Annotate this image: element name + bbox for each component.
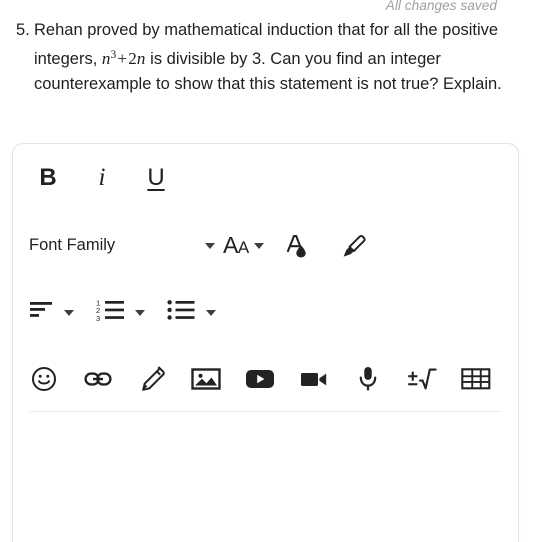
highlight-icon[interactable] — [336, 227, 370, 265]
question-text: Rehan proved by mathematical induction t… — [34, 18, 521, 97]
font-family-select[interactable]: Font Family — [29, 236, 215, 255]
underline-button[interactable]: U — [137, 159, 175, 197]
emoji-icon[interactable] — [29, 364, 59, 394]
link-icon[interactable] — [83, 364, 113, 394]
rich-text-editor-card: B i U Font Family AA 1 2 3 — [12, 143, 519, 542]
bulleted-list-icon — [167, 298, 197, 327]
video-camera-icon[interactable] — [299, 364, 329, 394]
toolbar-row-formatting: B i U — [13, 144, 518, 212]
font-size-select[interactable]: AA — [221, 234, 264, 257]
youtube-icon[interactable] — [245, 364, 275, 394]
chevron-down-icon — [253, 242, 264, 249]
italic-button[interactable]: i — [83, 159, 121, 197]
font-family-label: Font Family — [29, 236, 116, 254]
math-equation-icon[interactable] — [407, 364, 437, 394]
question-block: 5. Rehan proved by mathematical inductio… — [16, 18, 521, 97]
bulleted-list-select[interactable] — [167, 298, 216, 327]
toolbar-row-alignment-lists: 1 2 3 — [13, 279, 518, 346]
svg-text:3: 3 — [96, 314, 100, 322]
chevron-down-icon — [206, 309, 216, 316]
math-expression: n3+2n — [101, 49, 146, 69]
toolbar-row-font: Font Family AA — [13, 212, 518, 279]
image-icon[interactable] — [191, 364, 221, 394]
align-left-icon — [29, 299, 55, 326]
toolbar-row-insert — [13, 346, 518, 411]
table-icon[interactable] — [461, 364, 491, 394]
save-status-label: All changes saved — [385, 0, 497, 13]
font-size-label: AA — [223, 232, 249, 258]
editor-toolbar: B i U Font Family AA 1 2 3 — [13, 144, 518, 412]
chevron-down-icon — [135, 309, 145, 316]
microphone-icon[interactable] — [353, 364, 383, 394]
numbered-list-icon: 1 2 3 — [96, 298, 126, 327]
pencil-icon[interactable] — [137, 364, 167, 394]
bold-button[interactable]: B — [29, 159, 67, 197]
question-number: 5. — [16, 21, 30, 39]
align-select[interactable] — [29, 299, 74, 326]
chevron-down-icon — [64, 309, 74, 316]
text-color-icon[interactable] — [280, 227, 314, 265]
editor-content-area[interactable] — [13, 412, 518, 532]
chevron-down-icon — [205, 242, 215, 249]
numbered-list-select[interactable]: 1 2 3 — [96, 298, 145, 327]
